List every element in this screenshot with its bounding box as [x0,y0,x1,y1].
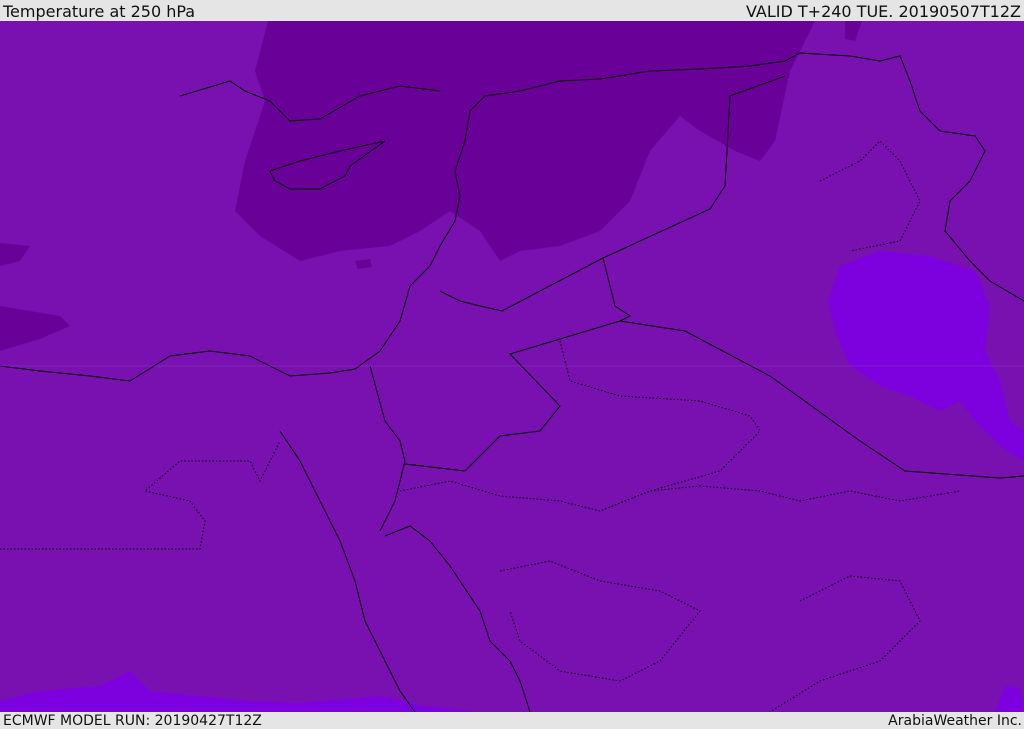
footer-bar: ECMWF MODEL RUN: 20190427T12Z ArabiaWeat… [0,712,1024,729]
map-title: Temperature at 250 hPa [3,2,196,21]
valid-time: VALID T+240 TUE. 20190507T12Z [745,2,1021,21]
temperature-map[interactable] [0,21,1024,712]
header-bar: Temperature at 250 hPa VALID T+240 TUE. … [0,0,1024,21]
credit: ArabiaWeather Inc. [888,713,1022,729]
model-run: ECMWF MODEL RUN: 20190427T12Z [3,713,262,729]
